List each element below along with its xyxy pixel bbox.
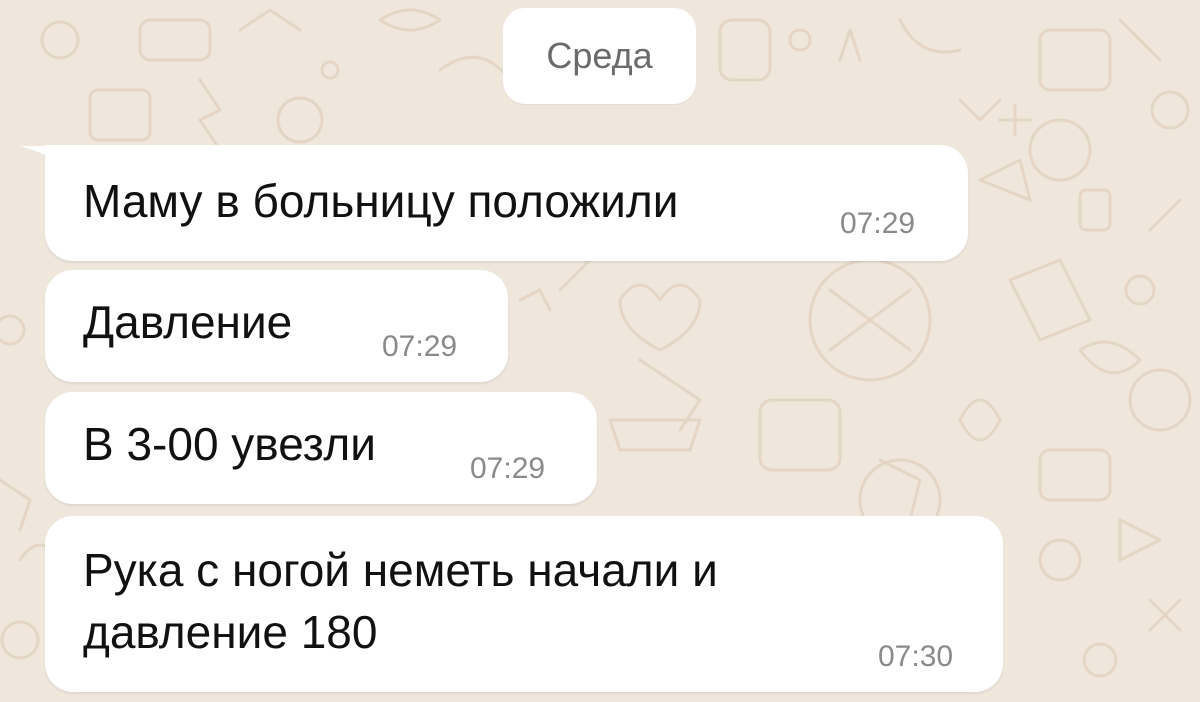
message-timestamp: 07:29 [382, 330, 458, 363]
message-text: Давление [83, 296, 293, 348]
message-bubble[interactable]: Давление 07:29 [45, 270, 508, 382]
message-timestamp: 07:30 [878, 640, 954, 673]
message-bubble[interactable]: В 3-00 увезли 07:29 [45, 392, 597, 504]
date-separator-chip: Среда [503, 8, 696, 104]
message-text: Маму в больницу положили [83, 175, 679, 227]
message-bubble[interactable]: Рука с ногой неметь начали и давление 18… [45, 516, 1003, 692]
date-separator-label: Среда [546, 35, 653, 76]
message-timestamp: 07:29 [470, 452, 546, 485]
message-bubble[interactable]: Маму в больницу положили 07:29 [45, 145, 968, 261]
message-text-line: Рука с ногой неметь начали и [83, 544, 718, 596]
message-timestamp: 07:29 [840, 207, 916, 240]
message-text: В 3-00 увезли [83, 418, 376, 470]
message-text-line: давление 180 [83, 606, 378, 658]
